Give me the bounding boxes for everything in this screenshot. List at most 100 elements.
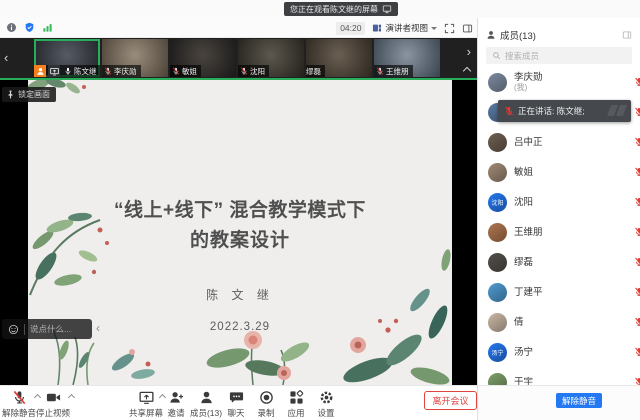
video-thumbnail-minjie[interactable]: 敏姐 <box>170 39 236 77</box>
presenter-badge-icon <box>34 65 46 77</box>
settings-icon <box>319 390 334 405</box>
strip-collapse-button[interactable] <box>463 67 471 75</box>
thumbnail-label: 缪磊 <box>306 65 325 77</box>
unmute-button[interactable]: 解除静音 <box>2 390 36 419</box>
thumbnail-label: 陈文继的... <box>34 65 100 77</box>
search-icon <box>492 51 501 60</box>
unmute-button[interactable]: 解除静音 <box>556 393 602 408</box>
expand-caret-icon[interactable] <box>68 394 75 401</box>
member-row[interactable]: 缪磊 <box>478 247 640 277</box>
stop-video-button[interactable]: 停止视频 <box>36 390 70 419</box>
toolbar-left-group: 解除静音 停止视频 <box>2 390 70 419</box>
participant-name: 沈阳 <box>250 66 266 77</box>
leave-meeting-button[interactable]: 离开会议 <box>424 391 477 410</box>
thumbnail-label: 敏姐 <box>170 65 201 77</box>
watching-screen-banner: 您正在观看陈文继的屏幕 <box>284 2 398 16</box>
video-thumbnail-wangweipeng[interactable]: 王维朋 <box>374 39 440 77</box>
sidebar-footer: 解除静音 <box>478 385 640 420</box>
chat-button[interactable]: 聊天 <box>221 390 251 419</box>
members-sidebar: 成员(13) 李庆勋 (我) 陈文继 (主持人) 吕中正 敏姐 <box>477 18 640 420</box>
video-thumbnail-chenwenji[interactable]: 陈文继的... <box>34 39 100 77</box>
mic-muted-icon <box>240 67 248 75</box>
pin-view-button[interactable]: 锁定画面 <box>2 87 56 102</box>
mic-muted-icon <box>634 167 640 177</box>
toolbar-button-label: 邀请 <box>167 407 184 419</box>
pin-label: 锁定画面 <box>18 89 50 100</box>
meeting-timer: 04:20 <box>336 22 365 35</box>
participant-name: 陈文继的... <box>74 66 97 77</box>
mic-active-icon <box>504 106 514 116</box>
toolbar-button-label: 共享屏幕 <box>129 407 163 419</box>
member-name: 丁建平 <box>514 287 543 298</box>
member-row[interactable]: 于宇 <box>478 367 640 385</box>
member-search-box[interactable] <box>486 47 632 64</box>
mic-muted-icon <box>634 77 640 87</box>
top-toolbar: 04:20 演讲者视图 <box>0 18 477 38</box>
view-mode-label: 演讲者视图 <box>385 22 428 34</box>
avatar-label: 沈阳 <box>491 198 503 207</box>
invite-button[interactable]: 邀请 <box>161 390 191 419</box>
thumbnail-label: 沈阳 <box>238 65 269 77</box>
layout-icon <box>372 23 382 33</box>
quick-chat-input[interactable]: 说点什么... <box>2 319 92 339</box>
avatar-label: 汤宁 <box>491 348 503 357</box>
divider <box>24 324 25 335</box>
member-role-tag: (我) <box>514 83 543 92</box>
network-signal-icon[interactable] <box>42 22 53 33</box>
top-banner: 您正在观看陈文继的屏幕 <box>0 0 640 18</box>
avatar: 沈阳 <box>488 193 507 212</box>
view-mode-button[interactable]: 演讲者视图 <box>372 22 437 34</box>
member-name: 缪磊 <box>514 257 533 268</box>
member-row[interactable]: 汤宁 汤宁 <box>478 337 640 367</box>
info-icon[interactable] <box>6 22 17 33</box>
mic-muted-icon <box>634 287 640 297</box>
toolbar-button-label: 成员(13) <box>190 407 222 419</box>
avatar <box>488 253 507 272</box>
member-row[interactable]: 敏姐 <box>478 157 640 187</box>
member-row[interactable]: 丁建平 <box>478 277 640 307</box>
member-row[interactable]: 沈阳 沈阳 <box>478 187 640 217</box>
strip-next-button[interactable]: › <box>467 45 471 58</box>
member-name: 倩 <box>514 317 524 328</box>
panel-options-icon[interactable] <box>622 30 632 40</box>
member-row[interactable]: 吕中正 <box>478 127 640 157</box>
apps-button[interactable]: 应用 <box>281 390 311 419</box>
mic-muted-icon <box>172 67 180 75</box>
member-row[interactable]: 倩 <box>478 307 640 337</box>
meeting-watermark-icon <box>609 105 625 116</box>
video-thumbnail-miaolei[interactable]: 缪磊 <box>306 39 372 77</box>
record-icon <box>259 390 274 405</box>
strip-prev-button[interactable]: ‹ <box>4 51 8 64</box>
member-name: 吕中正 <box>514 137 543 148</box>
chat-collapse-button[interactable]: ‹ <box>96 321 100 335</box>
video-thumbnail-liqingxun[interactable]: 李庆勋 <box>102 39 168 77</box>
panel-toggle-button[interactable] <box>462 23 473 34</box>
participant-name: 缪磊 <box>306 66 322 77</box>
shield-icon[interactable] <box>24 22 35 33</box>
record-button[interactable]: 录制 <box>251 390 281 419</box>
share-screen-button[interactable]: 共享屏幕 <box>131 390 161 419</box>
emoji-icon[interactable] <box>8 324 19 335</box>
bottom-toolbar: 解除静音 停止视频 共享屏幕 邀请 成员(13) 聊天 录制 应用 设置 离开会… <box>0 385 477 420</box>
mic-muted-icon <box>12 390 27 405</box>
mic-muted-icon <box>634 377 640 385</box>
member-name: 李庆勋 <box>514 72 543 83</box>
settings-button[interactable]: 设置 <box>311 390 341 419</box>
members-button[interactable]: 成员(13) <box>191 390 221 419</box>
member-row[interactable]: 李庆勋 (我) <box>478 67 640 97</box>
avatar <box>488 163 507 182</box>
thumbnail-label: 李庆勋 <box>102 65 141 77</box>
toolbar-button-label: 聊天 <box>227 407 244 419</box>
member-row[interactable]: 王维朋 <box>478 217 640 247</box>
search-input[interactable] <box>505 51 615 61</box>
mic-muted-icon <box>104 67 112 75</box>
participant-name: 李庆勋 <box>114 66 138 77</box>
member-name: 于宇 <box>514 377 533 386</box>
shared-screen-stage: “线上+线下” 混合教学模式下 的教案设计 陈 文 继 2022.3.29 锁定… <box>0 78 477 385</box>
fullscreen-button[interactable] <box>444 23 455 34</box>
invite-icon <box>169 390 184 405</box>
avatar <box>488 223 507 242</box>
video-thumbnail-shenyang[interactable]: 沈阳 <box>238 39 304 77</box>
mic-muted-icon <box>634 107 640 117</box>
thumbnail-label: 王维朋 <box>374 65 413 77</box>
